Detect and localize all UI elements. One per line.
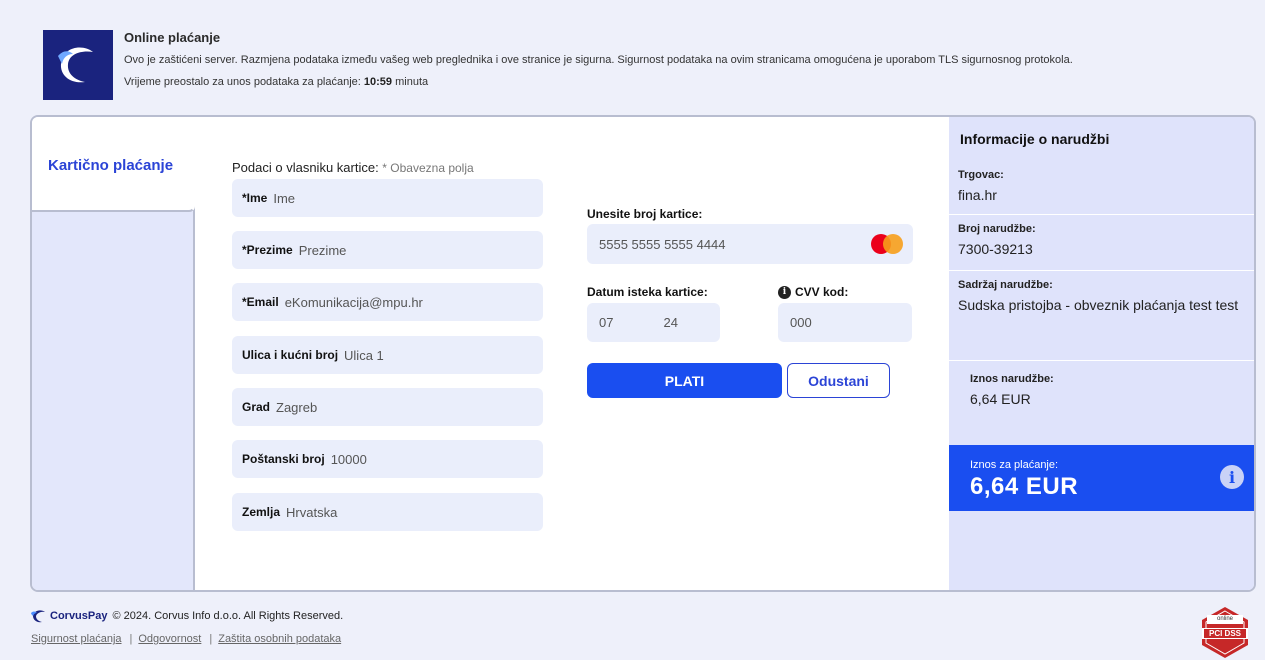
cvv-input[interactable]: 000 <box>778 303 912 342</box>
cancel-button[interactable]: Odustani <box>787 363 890 398</box>
merchant-value: fina.hr <box>958 187 997 203</box>
corvuspay-logo-icon <box>31 610 45 623</box>
expiry-label: Datum isteka kartice: <box>587 285 708 299</box>
time-remaining: Vrijeme preostalo za unos podataka za pl… <box>124 76 428 88</box>
city-value: Zagreb <box>276 399 318 415</box>
street-label: Ulica i kućni broj <box>242 348 339 362</box>
order-number-row: Broj narudžbe: 7300-39213 <box>949 215 1254 271</box>
cvv-label: i CVV kod: <box>778 285 848 299</box>
order-number-value: 7300-39213 <box>958 241 1033 257</box>
expiry-year: 24 <box>663 315 678 330</box>
header-title: Online plaćanje <box>124 30 221 45</box>
first-name-value: Ime <box>273 190 296 206</box>
owner-heading-text: Podaci o vlasniku kartice: <box>232 160 383 175</box>
expiry-month: 07 <box>599 315 614 330</box>
cvv-label-text: CVV kod: <box>795 285 849 299</box>
link-payment-security[interactable]: Sigurnost plaćanja <box>31 633 122 645</box>
payment-method-column: Kartično plaćanje <box>32 117 195 590</box>
city-label: Grad <box>242 400 271 414</box>
corvuspay-brand: CorvusPay <box>50 610 108 622</box>
postal-code-label: Poštanski broj <box>242 452 325 466</box>
link-liability[interactable]: Odgovornost <box>138 633 201 645</box>
corvus-logo-icon <box>58 47 93 83</box>
copyright-text: © 2024. Corvus Info d.o.o. All Rights Re… <box>112 610 344 622</box>
payment-panel: Kartično plaćanje Podaci o vlasniku kart… <box>30 115 1256 592</box>
page-header: Online plaćanje Ovo je zaštićeni server.… <box>43 30 1243 105</box>
order-content-row: Sadržaj narudžbe: Sudska pristojba - obv… <box>949 271 1254 361</box>
expiry-input[interactable]: 07 24 <box>587 303 720 342</box>
country-value: Hrvatska <box>286 504 338 520</box>
time-suffix: minuta <box>392 76 429 88</box>
footer-links: Sigurnost plaćanja | Odgovornost | Zaštita o… <box>31 633 341 645</box>
first-name-label: *Ime <box>242 191 268 205</box>
time-value: 10:59 <box>363 76 393 88</box>
card-number-input[interactable]: 5555 5555 5555 4444 <box>587 224 913 264</box>
last-name-value: Prezime <box>298 242 347 258</box>
card-number-label: Unesite broj kartice: <box>587 207 703 221</box>
payment-amount-value: 6,64 EUR <box>970 473 1079 500</box>
email-label: *Email <box>242 295 279 309</box>
mastercard-icon <box>871 234 905 254</box>
required-note: * Obavezna polja <box>382 161 474 175</box>
pci-top-label: online <box>1216 616 1233 622</box>
street-value: Ulica 1 <box>344 347 384 363</box>
pci-dss-badge: online PCI DSS <box>1198 605 1252 659</box>
corvus-logo <box>43 30 113 100</box>
payment-amount-label: Iznos za plaćanje: <box>970 459 1059 471</box>
card-number-value: 5555 5555 5555 4444 <box>599 236 726 252</box>
link-privacy[interactable]: Zaštita osobnih podataka <box>218 633 341 645</box>
email-value: eKomunikacija@mpu.hr <box>284 294 423 310</box>
first-name-field[interactable]: *Ime Ime <box>232 179 543 217</box>
postal-code-field[interactable]: Poštanski broj 10000 <box>232 440 543 478</box>
order-amount-label: Iznos narudžbe: <box>970 373 1054 385</box>
email-field[interactable]: *Email eKomunikacija@mpu.hr <box>232 283 543 321</box>
postal-code-value: 10000 <box>330 451 367 467</box>
footer-copyright: CorvusPay © 2024. Corvus Info d.o.o. All… <box>31 609 343 623</box>
payment-amount-box: Iznos za plaćanje: 6,64 EUR i <box>949 445 1254 511</box>
pci-dss-label: PCI DSS <box>1208 629 1241 638</box>
order-info-title: Informacije o narudžbi <box>960 131 1110 147</box>
security-notice: Ovo je zaštićeni server. Razmjena podata… <box>124 54 1073 66</box>
pay-button[interactable]: PLATI <box>587 363 782 398</box>
owner-heading: Podaci o vlasniku kartice: * Obavezna po… <box>232 160 474 175</box>
merchant-row: Trgovac: fina.hr <box>949 163 1254 215</box>
cvv-value: 000 <box>790 315 812 330</box>
order-number-label: Broj narudžbe: <box>958 223 1036 235</box>
merchant-label: Trgovac: <box>958 169 1004 181</box>
last-name-field[interactable]: *Prezime Prezime <box>232 231 543 269</box>
city-field[interactable]: Grad Zagreb <box>232 388 543 426</box>
last-name-label: *Prezime <box>242 243 293 257</box>
order-amount-row: Iznos narudžbe: 6,64 EUR <box>949 361 1254 445</box>
order-content-value: Sudska pristojba - obveznik plaćanja tes… <box>958 297 1239 313</box>
country-label: Zemlja <box>242 505 281 519</box>
tab-card-payment-label: Kartično plaćanje <box>48 157 174 174</box>
order-amount-value: 6,64 EUR <box>970 391 1031 407</box>
link-separator: | <box>209 633 213 645</box>
cvv-info-icon[interactable]: i <box>778 285 791 299</box>
tab-card-payment[interactable]: Kartično plaćanje <box>32 117 195 212</box>
street-field[interactable]: Ulica i kućni broj Ulica 1 <box>232 336 543 374</box>
country-field[interactable]: Zemlja Hrvatska <box>232 493 543 531</box>
info-icon[interactable]: i <box>1220 465 1244 489</box>
link-separator: | <box>129 633 133 645</box>
time-prefix: Vrijeme preostalo za unos podataka za pl… <box>124 76 364 88</box>
order-info-panel: Informacije o narudžbi Trgovac: fina.hr … <box>949 117 1254 590</box>
order-content-label: Sadržaj narudžbe: <box>958 279 1053 291</box>
